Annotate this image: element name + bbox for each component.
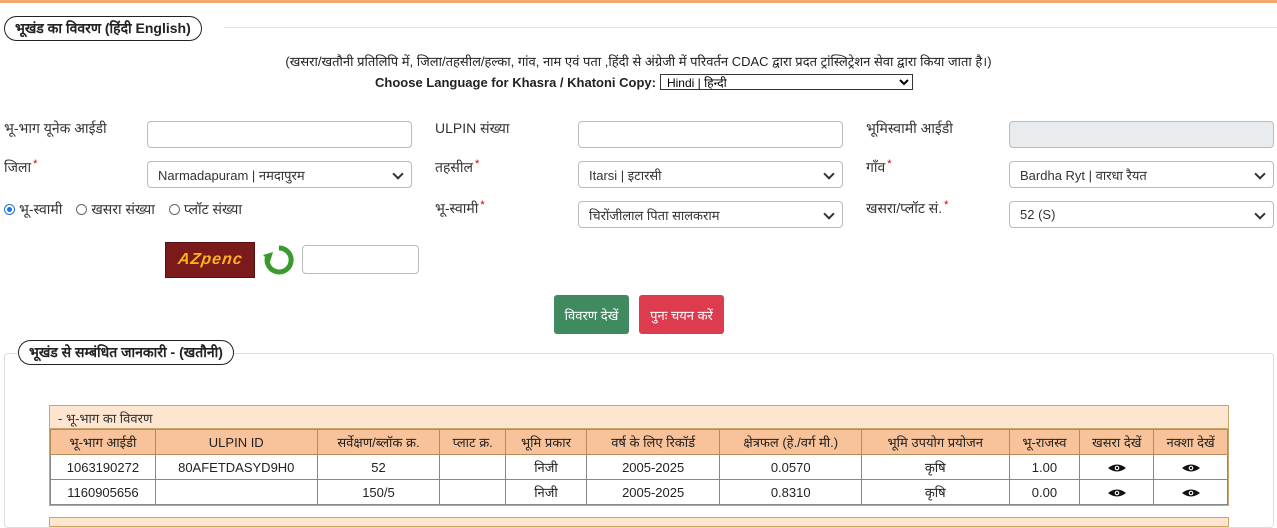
- required-mark: *: [887, 158, 892, 170]
- header-divider: [224, 27, 1277, 28]
- col-survey-block: सर्वेक्षण/ब्लॉक क्र.: [316, 429, 441, 455]
- table-row: 1160905656 150/5 निजी 2005-2025 0.8310 क…: [50, 479, 1228, 505]
- language-select[interactable]: Hindi | हिन्दी: [659, 74, 913, 90]
- district-value: Narmadapuram | नमदापुरम: [158, 167, 305, 183]
- radio-owner-dot[interactable]: [4, 204, 15, 215]
- table-caption: - भू-भाग का विवरण: [50, 406, 1228, 429]
- cell-land-type: निजी: [505, 454, 587, 480]
- captcha-image: AZpenc: [165, 242, 255, 278]
- page-title: भूखंड का विवरण (हिंदी English): [4, 16, 202, 41]
- col-land-use: भूमि उपयोग प्रयोजन: [861, 429, 1010, 455]
- cell-land-use: कृषि: [861, 454, 1010, 480]
- view-details-button[interactable]: विवरण देखें: [554, 295, 629, 334]
- cell-land-use: कृषि: [861, 479, 1010, 505]
- col-record-year: वर्ष के लिए रिकॉर्ड: [585, 429, 721, 455]
- cell-plot-no: [439, 479, 507, 505]
- tehsil-value: Itarsi | इटारसी: [589, 167, 662, 183]
- col-view-khasra: खसरा देखें: [1079, 429, 1155, 455]
- khasra-label: खसरा/प्लॉट सं. *: [866, 199, 949, 216]
- eye-icon[interactable]: [1181, 488, 1201, 498]
- col-land-id: भू-भाग आईडी: [50, 429, 156, 455]
- radio-plot-dot[interactable]: [168, 204, 180, 215]
- radio-khasra[interactable]: खसरा संख्या: [76, 200, 155, 219]
- cell-revenue: 1.00: [1008, 454, 1081, 480]
- ulpin-input[interactable]: [578, 121, 843, 148]
- owner-label: भू-स्वामी *: [435, 199, 485, 216]
- cell-area: 0.0570: [719, 454, 862, 480]
- search-mode-radios: भू-स्वामी खसरा संख्या प्लॉट संख्या: [4, 200, 242, 219]
- owner-id-label: भूमिस्वामी आईडी: [866, 120, 953, 136]
- col-revenue: भू-राजस्व: [1008, 429, 1081, 455]
- table-row: 1063190272 80AFETDASYD9H0 52 निजी 2005-2…: [50, 454, 1228, 480]
- radio-khasra-label: खसरा संख्या: [91, 201, 155, 217]
- owner-value: चिरोंजीलाल पिता सालकराम: [589, 207, 720, 223]
- village-select[interactable]: Bardha Ryt | वारधा रैयत: [1009, 161, 1274, 188]
- eye-icon[interactable]: [1107, 463, 1127, 473]
- captcha-input[interactable]: [302, 245, 419, 274]
- required-mark: *: [480, 199, 485, 211]
- cell-view-khasra: [1079, 454, 1155, 480]
- reset-selection-button[interactable]: पुनः चयन करें: [639, 295, 724, 334]
- radio-owner-label: भू-स्वामी: [19, 201, 63, 217]
- khasra-value: 52 (S): [1020, 207, 1056, 222]
- cell-view-map: [1153, 479, 1228, 505]
- village-value: Bardha Ryt | वारधा रैयत: [1020, 167, 1147, 183]
- cell-revenue: 0.00: [1008, 479, 1081, 505]
- owner-select[interactable]: चिरोंजीलाल पिता सालकराम: [578, 201, 843, 228]
- land-details-table: - भू-भाग का विवरण भू-भाग आईडी ULPIN ID स…: [49, 405, 1229, 506]
- district-label: जिला *: [4, 158, 38, 175]
- next-table-caption-strip: [49, 517, 1229, 527]
- cell-view-khasra: [1079, 479, 1155, 505]
- col-view-map: नक्शा देखें: [1153, 429, 1228, 455]
- tehsil-label: तहसील *: [435, 158, 480, 175]
- top-accent-bar: [0, 0, 1277, 3]
- radio-plot-label: प्लॉट संख्या: [183, 201, 242, 217]
- radio-plot[interactable]: प्लॉट संख्या: [168, 200, 242, 219]
- cell-survey-block: 52: [316, 454, 441, 480]
- col-plot-no: प्लाट क्र.: [439, 429, 507, 455]
- khasra-select[interactable]: 52 (S): [1009, 201, 1274, 228]
- radio-khasra-dot[interactable]: [76, 204, 88, 215]
- cell-record-year: 2005-2025: [585, 454, 721, 480]
- required-mark: *: [33, 158, 38, 170]
- required-mark: *: [944, 199, 949, 211]
- col-area: क्षेत्रफल (हे./वर्ग मी.): [719, 429, 862, 455]
- cell-survey-block: 150/5: [316, 479, 441, 505]
- cell-area: 0.8310: [719, 479, 862, 505]
- table-header-row: भू-भाग आईडी ULPIN ID सर्वेक्षण/ब्लॉक क्र…: [50, 429, 1228, 455]
- transliteration-notice: (खसरा/खतौनी प्रतिलिपि में, जिला/तहसील/हल…: [285, 54, 992, 69]
- cell-land-type: निजी: [505, 479, 587, 505]
- unique-id-input[interactable]: [147, 121, 412, 148]
- language-label: Choose Language for Khasra / Khatoni Cop…: [375, 74, 656, 90]
- radio-owner[interactable]: भू-स्वामी: [4, 200, 62, 219]
- cell-plot-no: [439, 454, 507, 480]
- cell-ulpin-id: [154, 479, 318, 505]
- captcha-text: AZpenc: [176, 251, 244, 268]
- tehsil-select[interactable]: Itarsi | इटारसी: [578, 161, 843, 188]
- required-mark: *: [475, 158, 480, 170]
- col-ulpin-id: ULPIN ID: [154, 429, 318, 455]
- cell-ulpin-id: 80AFETDASYD9H0: [154, 454, 318, 480]
- col-land-type: भूमि प्रकार: [505, 429, 587, 455]
- language-selector-row: Choose Language for Khasra / Khatoni Cop…: [375, 74, 913, 90]
- eye-icon[interactable]: [1181, 463, 1201, 473]
- eye-icon[interactable]: [1107, 488, 1127, 498]
- cell-land-id: 1160905656: [50, 479, 156, 505]
- owner-id-input: [1009, 121, 1274, 148]
- district-select[interactable]: Narmadapuram | नमदापुरम: [147, 161, 412, 188]
- refresh-icon[interactable]: [262, 243, 296, 277]
- unique-id-label: भू-भाग यूनेक आईडी: [4, 120, 107, 136]
- results-section-title: भूखंड से सम्बंधित जानकारी - (खतौनी): [18, 340, 234, 365]
- cell-record-year: 2005-2025: [585, 479, 721, 505]
- cell-view-map: [1153, 454, 1228, 480]
- cell-land-id: 1063190272: [50, 454, 156, 480]
- ulpin-label: ULPIN संख्या: [435, 120, 510, 136]
- village-label: गाँव *: [866, 158, 892, 175]
